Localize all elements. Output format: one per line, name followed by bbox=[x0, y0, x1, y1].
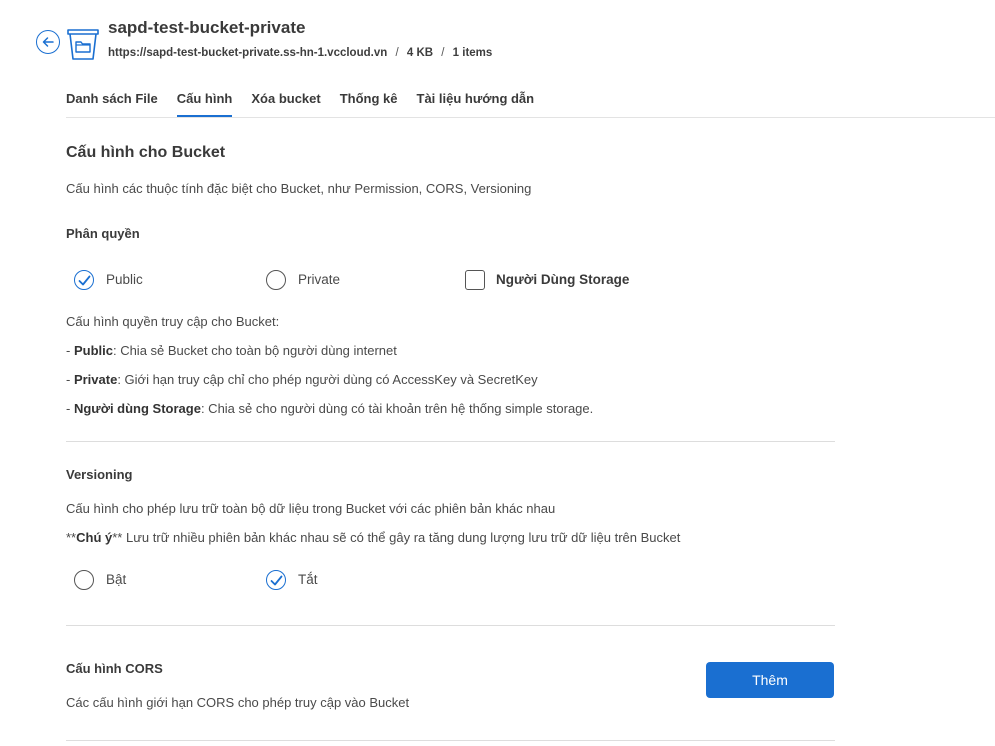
tab-config[interactable]: Cấu hình bbox=[176, 90, 233, 117]
note-prefix: - bbox=[66, 372, 74, 387]
cors-description: Các cấu hình giới hạn CORS cho phép truy… bbox=[66, 695, 410, 710]
bucket-url: https://sapd-test-bucket-private.ss-hn-1… bbox=[108, 47, 388, 59]
private-radio[interactable] bbox=[266, 270, 286, 290]
note-text: ** Lưu trữ nhiều phiên bản khác nhau sẽ … bbox=[112, 530, 681, 545]
tab-divider bbox=[66, 117, 995, 118]
versioning-off-label[interactable]: Tắt bbox=[298, 572, 318, 587]
note-term: Public bbox=[73, 343, 113, 358]
add-cors-button[interactable]: Thêm bbox=[706, 662, 834, 698]
arrow-left-icon bbox=[42, 37, 54, 47]
public-label[interactable]: Public bbox=[106, 272, 143, 287]
versioning-on-label[interactable]: Bật bbox=[106, 572, 126, 587]
bucket-items: 1 items bbox=[452, 47, 493, 59]
note-text: : Giới hạn truy cập chỉ cho phép người d… bbox=[117, 372, 538, 387]
permission-note: - Public: Chia sẻ Bucket cho toàn bộ ngư… bbox=[66, 343, 397, 358]
check-icon bbox=[78, 275, 90, 285]
note-term: Chú ý bbox=[76, 530, 113, 545]
tab-docs[interactable]: Tài liệu hướng dẫn bbox=[417, 90, 535, 117]
versioning-title: Versioning bbox=[66, 467, 133, 482]
permission-title: Phân quyền bbox=[66, 226, 140, 241]
tab-delete-bucket[interactable]: Xóa bucket bbox=[251, 90, 320, 117]
tab-file-list[interactable]: Danh sách File bbox=[66, 90, 158, 117]
page-title: Cấu hình cho Bucket bbox=[66, 144, 226, 161]
bucket-meta: https://sapd-test-bucket-private.ss-hn-1… bbox=[108, 47, 492, 59]
note-text: : Chia sẻ Bucket cho toàn bộ người dùng … bbox=[112, 343, 397, 358]
permission-note: - Private: Giới hạn truy cập chỉ cho phé… bbox=[66, 372, 538, 387]
note-term: Private bbox=[73, 372, 118, 387]
public-radio[interactable] bbox=[74, 270, 94, 290]
tab-statistics[interactable]: Thống kê bbox=[340, 90, 398, 117]
cors-title: Cấu hình CORS bbox=[66, 661, 163, 676]
meta-separator: / bbox=[395, 47, 399, 59]
versioning-on-radio[interactable] bbox=[74, 570, 94, 590]
permission-note: - Người dùng Storage: Chia sẻ cho người … bbox=[66, 401, 593, 416]
permission-intro: Cấu hình quyền truy cập cho Bucket: bbox=[66, 314, 280, 329]
section-divider bbox=[66, 625, 835, 626]
tab-bar: Danh sách File Cấu hình Xóa bucket Thống… bbox=[66, 90, 553, 117]
versioning-off-radio[interactable] bbox=[266, 570, 286, 590]
storage-user-label[interactable]: Người Dùng Storage bbox=[496, 272, 629, 287]
back-button[interactable] bbox=[36, 30, 60, 54]
note-prefix: - bbox=[66, 343, 74, 358]
note-term: Người dùng Storage bbox=[73, 401, 201, 416]
meta-separator: / bbox=[441, 47, 445, 59]
versioning-note: **Chú ý** Lưu trữ nhiều phiên bản khác n… bbox=[66, 530, 680, 545]
bucket-icon bbox=[66, 24, 100, 62]
section-divider bbox=[66, 740, 835, 741]
storage-user-checkbox[interactable] bbox=[465, 270, 485, 290]
note-text: : Chia sẻ cho người dùng có tài khoản tr… bbox=[200, 401, 594, 416]
page-description: Cấu hình các thuộc tính đặc biệt cho Buc… bbox=[66, 181, 532, 196]
bucket-size: 4 KB bbox=[406, 47, 434, 59]
check-icon bbox=[270, 575, 282, 585]
note-prefix: - bbox=[66, 401, 74, 416]
note-prefix: ** bbox=[66, 530, 77, 545]
section-divider bbox=[66, 441, 835, 442]
versioning-description: Cấu hình cho phép lưu trữ toàn bộ dữ liệ… bbox=[66, 501, 556, 516]
bucket-name: sapd-test-bucket-private bbox=[108, 18, 306, 37]
private-label[interactable]: Private bbox=[298, 272, 340, 287]
